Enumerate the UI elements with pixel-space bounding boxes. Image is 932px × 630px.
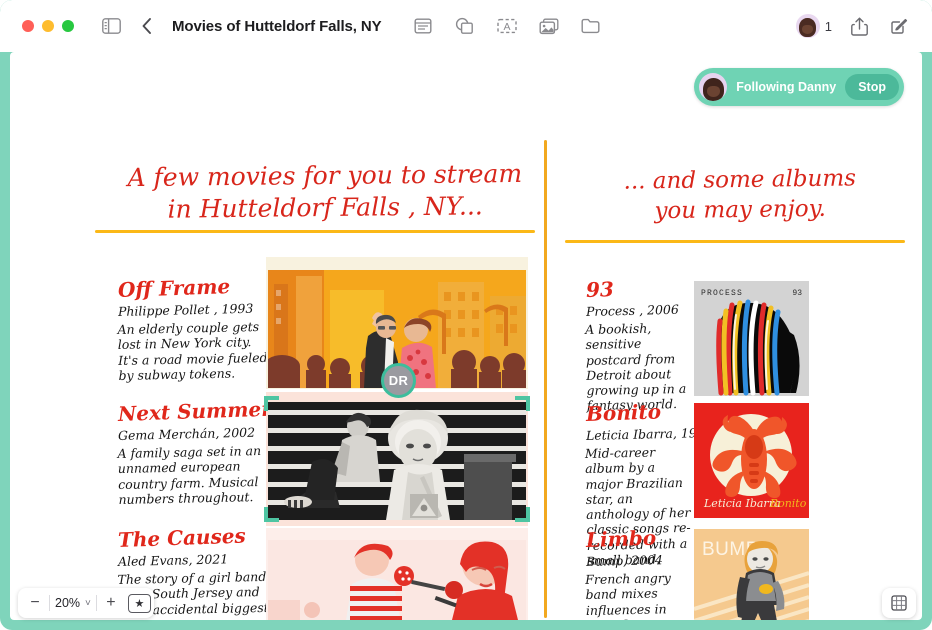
- back-button[interactable]: [134, 13, 160, 39]
- album-entry[interactable]: 93 Process , 2006 A bookish, sensitive p…: [585, 277, 694, 414]
- zoom-in-button[interactable]: +: [97, 590, 125, 616]
- movie-description: An elderly couple gets lost in New York …: [117, 319, 268, 384]
- movie-title: Off Frame: [117, 274, 231, 302]
- following-label: Following Danny: [736, 80, 837, 94]
- shapes-icon[interactable]: [452, 13, 478, 39]
- text-box-icon[interactable]: A: [494, 13, 520, 39]
- movie-credit: Gema Merchán, 2002: [117, 424, 256, 443]
- participants[interactable]: 1: [795, 14, 832, 38]
- zoom-out-button[interactable]: −: [21, 590, 49, 616]
- file-icon[interactable]: [578, 13, 604, 39]
- horizontal-divider-left: [95, 230, 535, 233]
- movie-credit: Aled Evans, 2021: [117, 551, 229, 569]
- movie-credit: Philippe Pollet , 1993: [117, 300, 254, 319]
- app-window: Movies of Hutteldorf Falls, NY A 1 Follo…: [0, 0, 932, 630]
- chevron-down-icon[interactable]: ˅: [85, 598, 96, 609]
- movie-entry[interactable]: Off Frame Philippe Pollet , 1993 An elde…: [117, 274, 270, 384]
- toolbar-right: 1: [795, 13, 912, 39]
- close-button[interactable]: [22, 20, 34, 32]
- album-credit: Process , 2006: [585, 301, 680, 319]
- album-credit: Bump, 2004: [585, 552, 664, 569]
- stop-following-button[interactable]: Stop: [845, 74, 899, 100]
- grid-icon[interactable]: [882, 588, 916, 618]
- vertical-divider: [544, 140, 547, 618]
- avatar: [795, 14, 820, 38]
- board-canvas[interactable]: Following Danny Stop A few movies for yo…: [10, 52, 922, 620]
- draw-icon[interactable]: [886, 13, 912, 39]
- album-cover-title: Bonito: [769, 497, 807, 510]
- album-cover[interactable]: PROCESS 93: [694, 281, 809, 396]
- headline-right-line1: ... and some albums: [623, 165, 857, 195]
- movie-thumbnail[interactable]: [268, 402, 526, 520]
- zoom-control[interactable]: − 20% ˅ + ★: [18, 588, 154, 618]
- album-cover[interactable]: BUMP LIMBO: [694, 529, 809, 620]
- headline-left-line1: A few movies for you to stream: [127, 158, 523, 193]
- sticky-note-icon[interactable]: [410, 13, 436, 39]
- movie-title: Next Summer: [117, 396, 273, 426]
- participant-count: 1: [824, 18, 832, 34]
- movie-entry[interactable]: Next Summer Gema Merchán, 2002 A family …: [117, 397, 272, 508]
- album-cover-title: 93: [792, 289, 802, 298]
- headline-right: ... and some albums you may enjoy.: [570, 164, 911, 229]
- document-title: Movies of Hutteldorf Falls, NY: [172, 17, 382, 35]
- zoom-level-value: 20%: [55, 596, 81, 610]
- share-icon[interactable]: [846, 13, 872, 39]
- album-title: Limbo: [585, 525, 657, 552]
- minimize-button[interactable]: [42, 20, 54, 32]
- following-avatar: [699, 73, 728, 101]
- title-bar: Movies of Hutteldorf Falls, NY A 1: [0, 0, 932, 52]
- maximize-button[interactable]: [62, 20, 74, 32]
- sidebar-icon[interactable]: [98, 13, 124, 39]
- movie-title: The Causes: [117, 523, 247, 552]
- album-description: French angry band mixes influences in th…: [585, 570, 672, 620]
- headline-right-line2: you may enjoy.: [654, 195, 827, 225]
- headline-left-line2: in Hutteldorf Falls , NY...: [167, 191, 483, 224]
- window-controls: [22, 20, 74, 32]
- toolbar-tools: A: [410, 13, 604, 39]
- album-cover-artist: PROCESS: [701, 289, 743, 298]
- horizontal-divider-right: [565, 240, 905, 243]
- star-icon[interactable]: ★: [127, 593, 151, 613]
- following-pill[interactable]: Following Danny Stop: [694, 68, 904, 106]
- album-cover[interactable]: Leticia Ibarra Bonito: [694, 403, 809, 518]
- svg-text:A: A: [503, 21, 510, 33]
- collaborator-cursor-badge: DR: [381, 363, 416, 398]
- album-title: 93: [585, 277, 615, 302]
- movie-description: A family saga set in an unnamed european…: [117, 443, 262, 508]
- album-entry[interactable]: Limbo Bump, 2004 French angry band mixes…: [585, 526, 694, 620]
- movie-thumbnail[interactable]: [268, 540, 526, 620]
- album-cover-artist: Leticia Ibarra: [703, 497, 781, 510]
- headline-left: A few movies for you to stream in Huttel…: [110, 158, 541, 226]
- media-icon[interactable]: [536, 13, 562, 39]
